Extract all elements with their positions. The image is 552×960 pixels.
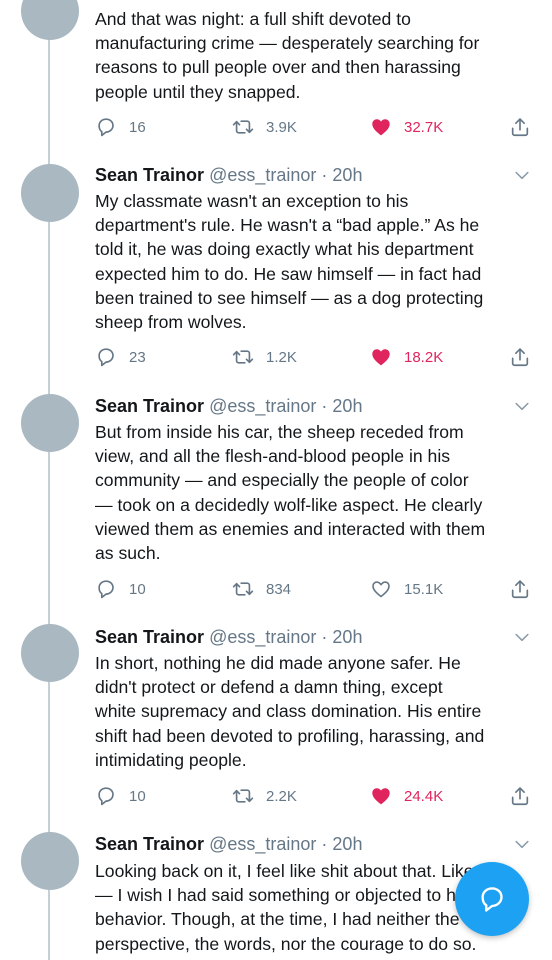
share-icon [509,346,531,368]
tweet-2[interactable]: Sean Trainor @ess_trainor · 20h But from… [0,390,552,620]
heart-icon [370,785,392,807]
user-handle[interactable]: @ess_trainor [209,165,316,185]
avatar[interactable] [21,394,79,452]
reply-icon [95,346,117,368]
display-name[interactable]: Sean Trainor [95,627,204,647]
share-button[interactable] [509,784,543,808]
tweet-text: In short, nothing he did made anyone saf… [95,653,485,770]
reply-count: 10 [129,787,146,805]
like-button[interactable]: 32.7K [370,115,443,139]
share-icon [509,116,531,138]
user-handle[interactable]: @ess_trainor [209,627,316,647]
retweet-count: 834 [266,580,292,598]
heart-icon [370,578,392,600]
compose-reply-icon [481,887,503,912]
separator-dot: · [321,834,328,854]
reply-icon [95,785,117,807]
compose-reply-button[interactable] [455,862,529,936]
like-count: 32.7K [404,118,444,136]
retweet-icon [232,785,254,807]
tweet-actions: 10 834 15.1K [95,577,535,601]
tweet-actions: 23 1.2K 18.2K [95,345,535,369]
reply-count: 23 [129,348,146,366]
like-button[interactable]: 15.1K [370,577,443,601]
tweet-1[interactable]: Sean Trainor @ess_trainor · 20h My class… [0,160,552,390]
tweet-header: Sean Trainor @ess_trainor · 20h [95,394,532,418]
avatar[interactable] [21,164,79,222]
user-handle[interactable]: @ess_trainor [209,396,316,416]
separator-dot: · [321,165,328,185]
heart-icon [370,116,392,138]
reply-icon [95,116,117,138]
avatar[interactable] [21,832,79,890]
share-button[interactable] [509,115,543,139]
tweet-time[interactable]: 20h [332,834,362,854]
separator-dot: · [321,396,328,416]
reply-icon [95,578,117,600]
tweet-time[interactable]: 20h [332,396,362,416]
display-name[interactable]: Sean Trainor [95,834,204,854]
tweet-3[interactable]: Sean Trainor @ess_trainor · 20h In short… [0,620,552,830]
retweet-icon [232,346,254,368]
tweet-text: My classmate wasn't an exception to his … [95,191,484,333]
tweet-time[interactable]: 20h [332,627,362,647]
retweet-button[interactable]: 3.9K [232,115,297,139]
tweet-actions: 10 2.2K 24.4K [95,784,535,808]
tweet-text: But from inside his car, the sheep reced… [95,422,486,564]
like-button[interactable]: 18.2K [370,345,443,369]
like-count: 18.2K [404,348,444,366]
tweet-time[interactable]: 20h [332,165,362,185]
retweet-count: 2.2K [266,787,297,805]
chevron-down-icon[interactable] [512,165,532,185]
heart-icon [370,346,392,368]
share-button[interactable] [509,345,543,369]
display-name[interactable]: Sean Trainor [95,396,204,416]
chevron-down-icon[interactable] [512,396,532,416]
tweet-header: Sean Trainor @ess_trainor · 20h [95,163,532,187]
display-name[interactable]: Sean Trainor [95,165,204,185]
reply-button[interactable]: 16 [95,115,146,139]
reply-button[interactable]: 10 [95,784,146,808]
reply-button[interactable]: 10 [95,577,146,601]
tweet-header: Sean Trainor @ess_trainor · 20h [95,832,532,856]
retweet-button[interactable]: 834 [232,577,291,601]
reply-button[interactable]: 23 [95,345,146,369]
avatar[interactable] [21,624,79,682]
share-button[interactable] [509,577,543,601]
retweet-count: 1.2K [266,348,297,366]
reply-count: 16 [129,118,146,136]
tweet-0[interactable]: And that was night: a full shift devoted… [0,0,552,160]
reply-count: 10 [129,580,146,598]
retweet-count: 3.9K [266,118,297,136]
tweet-header: Sean Trainor @ess_trainor · 20h [95,625,532,649]
retweet-button[interactable]: 1.2K [232,345,297,369]
retweet-icon [232,578,254,600]
retweet-icon [232,116,254,138]
separator-dot: · [321,627,328,647]
user-handle[interactable]: @ess_trainor [209,834,316,854]
share-icon [509,578,531,600]
chevron-down-icon[interactable] [512,834,532,854]
tweet-text: And that was night: a full shift devoted… [95,9,480,102]
like-count: 15.1K [404,580,444,598]
share-icon [509,785,531,807]
like-button[interactable]: 24.4K [370,784,443,808]
avatar[interactable] [21,0,79,40]
tweet-actions: 16 3.9K 32.7K [95,115,535,139]
chevron-down-icon[interactable] [512,627,532,647]
like-count: 24.4K [404,787,444,805]
retweet-button[interactable]: 2.2K [232,784,297,808]
